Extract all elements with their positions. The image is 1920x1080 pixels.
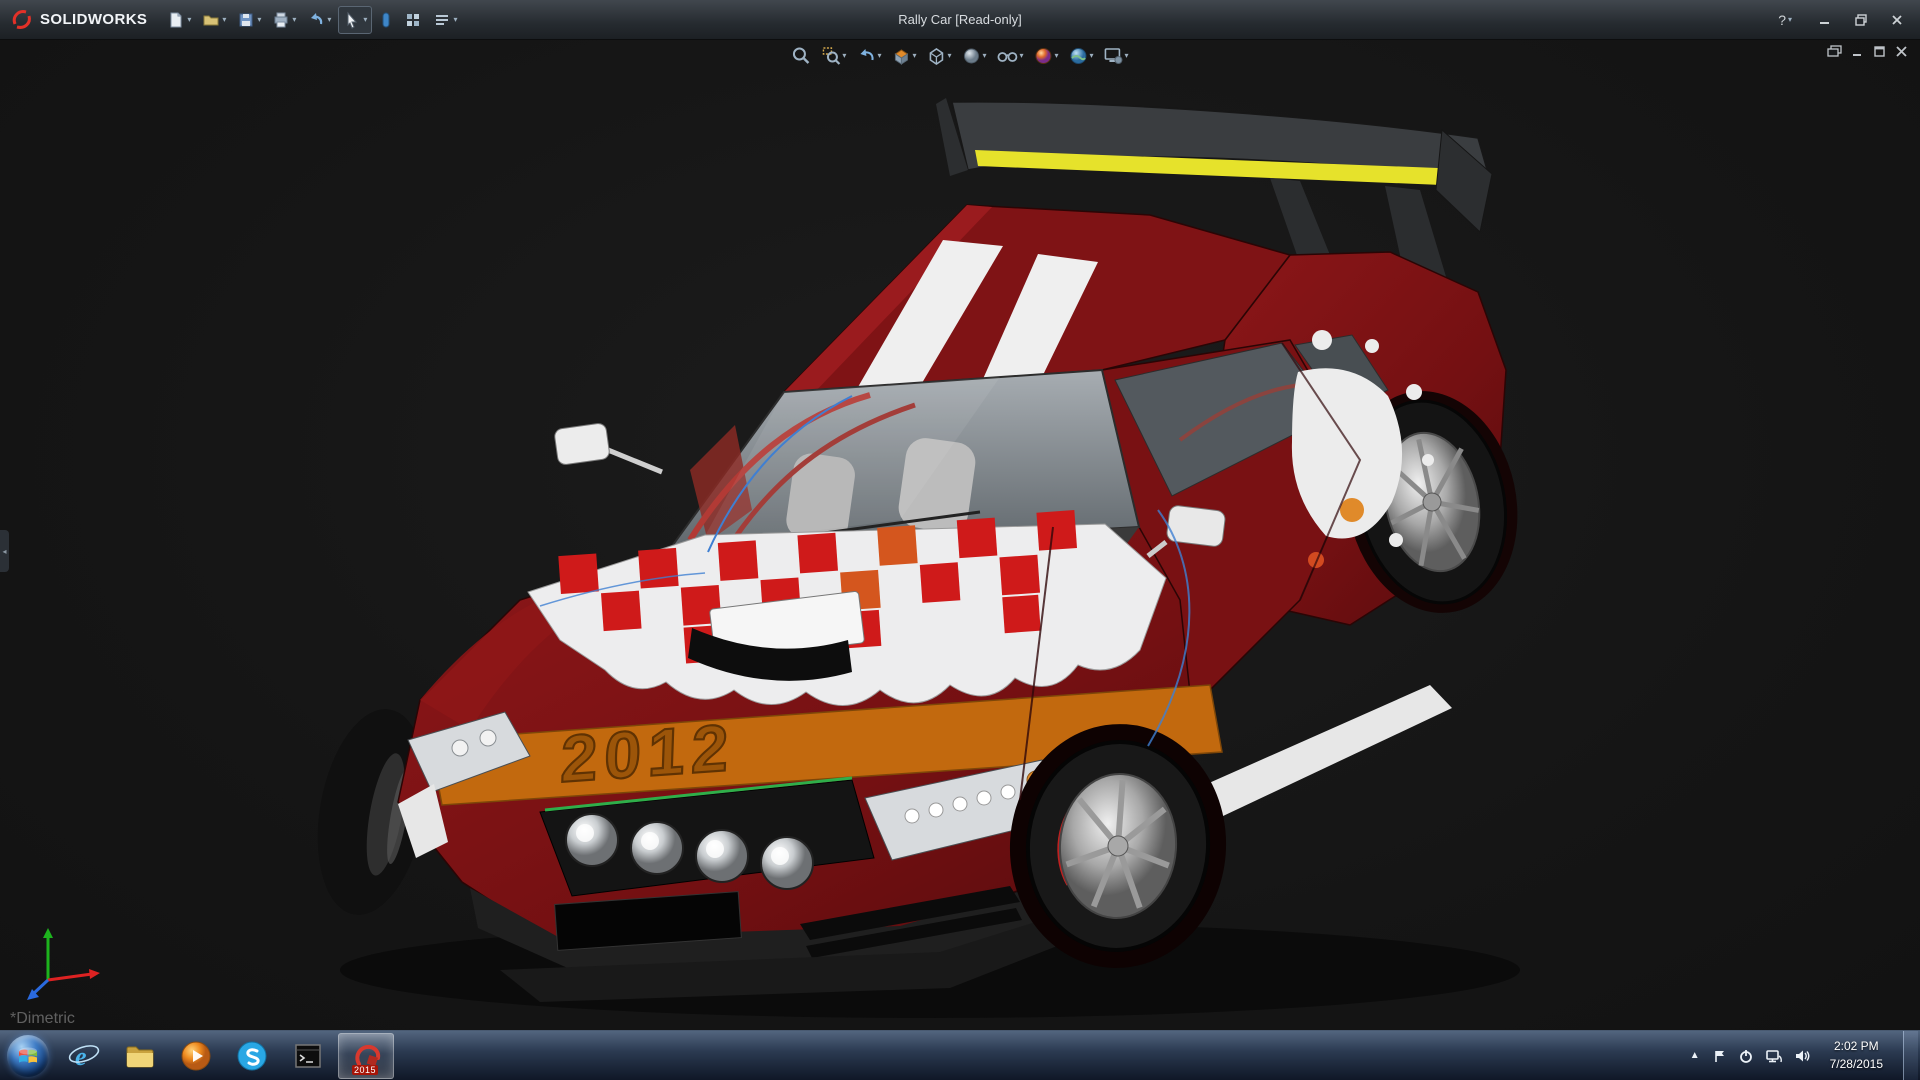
dropdown-caret[interactable]: ▾ — [187, 16, 191, 24]
dropdown-caret[interactable]: ▾ — [222, 16, 226, 24]
print-icon — [272, 11, 290, 29]
messenger-icon — [236, 1040, 268, 1072]
close-icon — [1891, 14, 1903, 26]
save-button[interactable]: ▾ — [233, 6, 265, 34]
taskbar-clock[interactable]: 2:02 PM 7/28/2015 — [1821, 1038, 1892, 1073]
volume-icon[interactable] — [1794, 1048, 1810, 1064]
dropdown-caret[interactable]: ▾ — [363, 16, 367, 24]
dropdown-caret[interactable]: ▾ — [292, 16, 296, 24]
clock-time: 2:02 PM — [1830, 1038, 1883, 1055]
rebuild-button[interactable] — [400, 6, 426, 34]
minimize-icon — [1819, 14, 1831, 26]
internet-explorer-icon: e — [67, 1040, 101, 1072]
select-arrow-icon — [343, 11, 361, 29]
xpert-icon — [379, 11, 393, 29]
open-icon — [202, 11, 220, 29]
undo-button[interactable]: ▾ — [303, 6, 335, 34]
solidworks-version-badge: 2015 — [352, 1065, 378, 1075]
show-desktop-button[interactable] — [1903, 1031, 1918, 1080]
orientation-triad — [24, 918, 110, 1004]
titlebar-controls: ? ▾ — [1778, 7, 1920, 33]
dropdown-caret[interactable]: ▾ — [257, 16, 261, 24]
media-player-icon — [180, 1040, 212, 1072]
new-document-button[interactable]: ▾ — [163, 6, 195, 34]
restore-icon — [1855, 14, 1868, 26]
taskbar-item-messenger[interactable] — [224, 1031, 280, 1080]
options-button[interactable]: ▾ — [429, 6, 461, 34]
taskbar-item-solidworks-2015[interactable]: 2015 — [338, 1033, 394, 1079]
close-button[interactable] — [1880, 7, 1914, 33]
start-orb-icon — [7, 1035, 49, 1077]
save-icon — [237, 11, 255, 29]
system-tray: ▲ 2:02 PM 7/28/2015 — [1690, 1031, 1920, 1080]
power-icon[interactable] — [1738, 1048, 1754, 1064]
taskbar-items: e — [0, 1031, 396, 1080]
new-document-icon — [167, 11, 185, 29]
restore-button[interactable] — [1844, 7, 1878, 33]
car-year-decal: 2012 — [559, 711, 736, 797]
show-hidden-icons-button[interactable]: ▲ — [1690, 1050, 1700, 1061]
windows-flag-icon — [17, 1045, 39, 1067]
view-orientation-label: *Dimetric — [10, 1010, 75, 1028]
taskbar: e — [0, 1030, 1920, 1080]
clock-date: 7/28/2015 — [1830, 1056, 1883, 1073]
help-label: ? — [1778, 12, 1786, 28]
taskbar-item-windows-explorer[interactable] — [112, 1031, 168, 1080]
print-button[interactable]: ▾ — [268, 6, 300, 34]
main-toolbar: ▾ ▾ ▾ ▾ ▾ — [163, 6, 461, 34]
network-icon[interactable] — [1765, 1048, 1783, 1064]
console-window-icon — [292, 1041, 324, 1071]
start-button[interactable] — [0, 1031, 56, 1080]
help-button[interactable]: ? ▾ — [1778, 12, 1792, 28]
feature-manager-collapse-tab[interactable]: ◂ — [0, 530, 9, 572]
solidworks-logo-icon — [10, 8, 34, 32]
titlebar: SOLIDWORKS ▾ ▾ ▾ ▾ — [0, 0, 1920, 40]
undo-icon — [307, 11, 325, 29]
minimize-button[interactable] — [1808, 7, 1842, 33]
viewport-3d[interactable]: ▾ ▾ ▾ ▾ ▾ — [0, 40, 1920, 1030]
open-button[interactable]: ▾ — [198, 6, 230, 34]
solidworks-xpert-button[interactable] — [375, 6, 397, 34]
rebuild-icon — [404, 11, 422, 29]
solidworks-logo: SOLIDWORKS — [0, 8, 163, 32]
options-icon — [433, 11, 451, 29]
action-center-flag-icon[interactable] — [1711, 1048, 1727, 1064]
dropdown-caret[interactable]: ▾ — [1788, 16, 1792, 24]
taskbar-item-media-player[interactable] — [168, 1031, 224, 1080]
taskbar-item-internet-explorer[interactable]: e — [56, 1031, 112, 1080]
dropdown-caret[interactable]: ▾ — [327, 16, 331, 24]
folder-icon — [124, 1040, 156, 1072]
rally-car-model[interactable]: 2012 — [0, 40, 1920, 1030]
taskbar-item-console-window[interactable] — [280, 1031, 336, 1080]
dropdown-caret[interactable]: ▾ — [453, 16, 457, 24]
logo-text: SOLIDWORKS — [40, 11, 147, 28]
select-button[interactable]: ▾ — [338, 6, 372, 34]
